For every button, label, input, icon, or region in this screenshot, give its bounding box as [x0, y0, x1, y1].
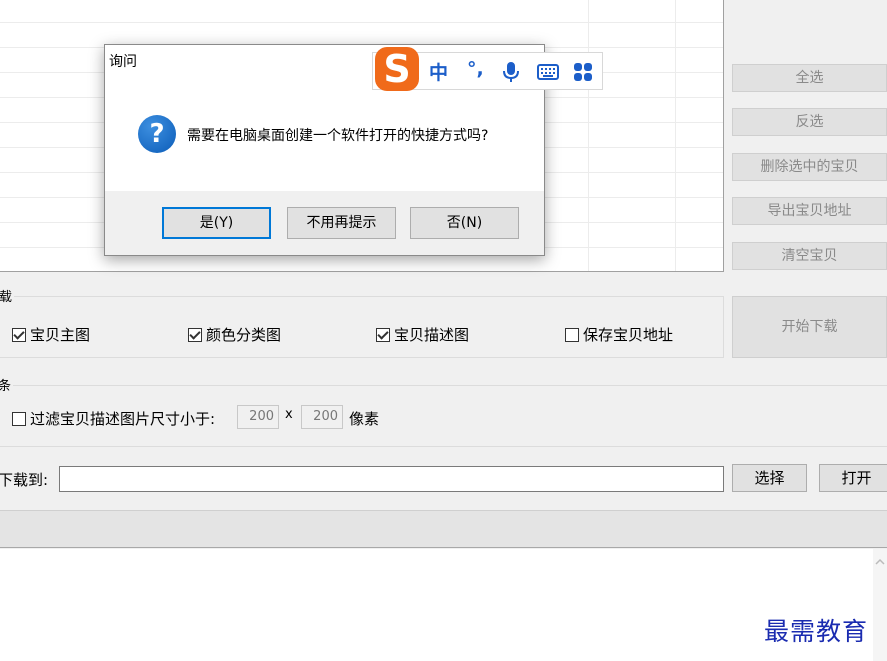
checkbox-label: 宝贝描述图 — [394, 326, 470, 344]
export-address-button[interactable]: 导出宝贝地址 — [732, 197, 887, 225]
ime-toolbar[interactable]: S 中 °, — [372, 47, 603, 91]
keyboard-icon[interactable] — [537, 63, 559, 81]
dialog-message: 需要在电脑桌面创建一个软件打开的快捷方式吗? — [187, 128, 489, 144]
checkbox-label: 颜色分类图 — [206, 326, 282, 344]
checkbox-color-category-image[interactable]: 颜色分类图 — [188, 324, 281, 345]
grid-apps-icon[interactable] — [573, 62, 593, 82]
checkbox-label: 宝贝主图 — [30, 326, 91, 344]
dont-remind-button[interactable]: 不用再提示 — [287, 207, 396, 239]
watermark-text: 最需教育 — [764, 617, 869, 646]
log-area — [0, 549, 873, 661]
checkbox-main-image[interactable]: 宝贝主图 — [12, 324, 90, 345]
unit-label: 像素 — [349, 410, 380, 428]
question-icon: ? — [138, 115, 176, 153]
checkbox-box[interactable] — [188, 327, 202, 342]
progress-bar — [0, 510, 887, 548]
checkbox-save-address[interactable]: 保存宝贝地址 — [565, 324, 673, 345]
checkbox-box[interactable] — [376, 327, 390, 342]
checkbox-description-image[interactable]: 宝贝描述图 — [376, 324, 469, 345]
checkbox-box[interactable] — [565, 327, 579, 342]
min-height-input[interactable]: 200 — [301, 405, 343, 429]
scroll-up-icon[interactable] — [873, 555, 887, 569]
download-group-label: 载 — [0, 286, 15, 305]
filter-group-label: 条 — [0, 375, 14, 394]
download-path-label: 下载到: — [0, 471, 49, 489]
invert-selection-button[interactable]: 反选 — [732, 108, 887, 136]
log-scrollbar[interactable] — [873, 549, 887, 661]
checkbox-label: 保存宝贝地址 — [583, 326, 674, 344]
ime-mode-toggle[interactable]: 中 — [429, 58, 448, 85]
times-sign: x — [285, 407, 293, 422]
select-all-button[interactable]: 全选 — [732, 64, 887, 92]
no-button[interactable]: 否(N) — [410, 207, 519, 239]
min-width-input[interactable]: 200 — [237, 405, 279, 429]
yes-button[interactable]: 是(Y) — [162, 207, 271, 239]
start-download-button[interactable]: 开始下载 — [732, 296, 887, 358]
delete-selected-button[interactable]: 删除选中的宝贝 — [732, 153, 887, 181]
checkbox-label: 过滤宝贝描述图片尺寸小于: — [30, 410, 216, 428]
open-folder-button[interactable]: 打开 — [819, 464, 887, 492]
sogou-logo-icon[interactable]: S — [375, 47, 419, 91]
checkbox-filter-size[interactable]: 过滤宝贝描述图片尺寸小于: — [12, 408, 215, 429]
choose-folder-button[interactable]: 选择 — [732, 464, 807, 492]
download-path-input[interactable] — [59, 466, 724, 492]
clear-items-button[interactable]: 清空宝贝 — [732, 242, 887, 270]
checkbox-box[interactable] — [12, 327, 26, 342]
ime-punctuation-toggle[interactable]: °, — [467, 58, 484, 80]
microphone-icon[interactable] — [501, 61, 521, 83]
dialog-title: 询问 — [109, 54, 137, 70]
checkbox-box[interactable] — [12, 411, 26, 426]
